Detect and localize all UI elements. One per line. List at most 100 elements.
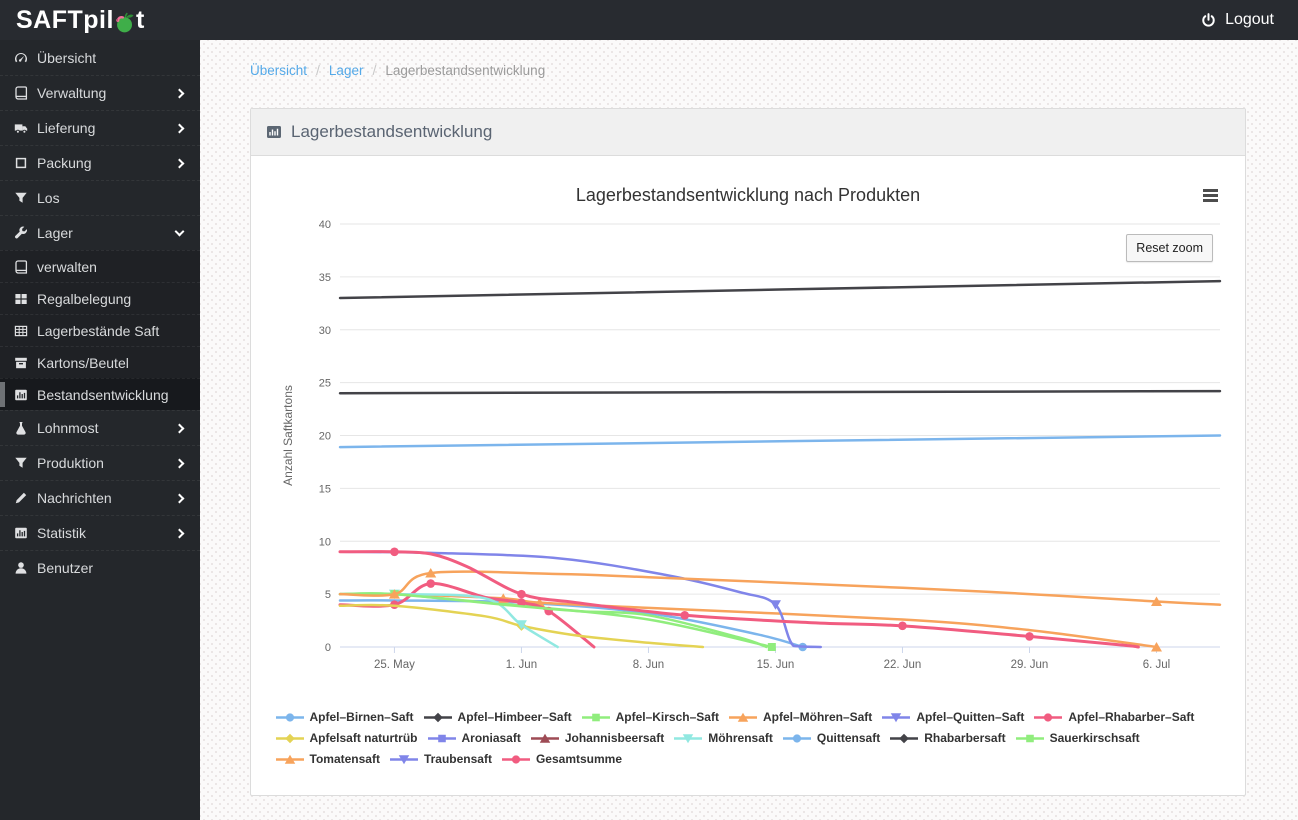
- legend-marker-square: [1015, 734, 1044, 742]
- sidebar-item-label: Kartons/Beutel: [37, 354, 129, 371]
- flask-icon: [14, 421, 28, 435]
- legend-item-Apfel–Rhabarber–Saft[interactable]: Apfel–Rhabarber–Saft: [1034, 710, 1194, 724]
- y-tick-label: 0: [325, 642, 331, 654]
- legend-item-Apfel–Quitten–Saft[interactable]: Apfel–Quitten–Saft: [882, 710, 1024, 724]
- sidebar-item-label: Nachrichten: [37, 490, 112, 506]
- sidebar-item-lohnmost[interactable]: Lohnmost: [0, 410, 200, 445]
- sidebar-item-regalbelegung[interactable]: Regalbelegung: [0, 282, 200, 314]
- legend-marker-triangle: [530, 733, 559, 743]
- sidebar-item-label: Lagerbestände Saft: [37, 322, 160, 339]
- sidebar-item-label: Lohnmost: [37, 420, 99, 436]
- archive-icon: [14, 356, 28, 370]
- data-point-marker: [511, 754, 521, 764]
- series-Apfel–Himbeer–Saft: [338, 279, 1222, 300]
- logout-button[interactable]: Logout: [1201, 11, 1298, 29]
- sidebar-item-statistik[interactable]: Statistik: [0, 515, 200, 550]
- legend-marker-square: [581, 713, 610, 721]
- legend-item-Möhrensaft[interactable]: Möhrensaft: [674, 731, 773, 745]
- legend-item-Gesamtsumme[interactable]: Gesamtsumme: [501, 752, 622, 766]
- chevron-down-icon: [174, 226, 185, 236]
- legend-marker-triangle: [275, 754, 304, 764]
- legend-label: Apfel–Quitten–Saft: [916, 710, 1025, 724]
- chevron-right-icon: [174, 528, 185, 538]
- legend-label: Traubensaft: [423, 752, 492, 766]
- breadcrumb-item-1[interactable]: Lager: [329, 63, 364, 78]
- x-tick-label: 6. Jul: [1143, 659, 1171, 671]
- sidebar-item-label: Produktion: [37, 455, 104, 471]
- chart-menu-icon[interactable]: [1201, 185, 1220, 206]
- sidebar-item-label: Lager: [37, 225, 73, 241]
- series-Rhabarbersaft: [338, 389, 1222, 395]
- legend-label: Johannisbeersaft: [564, 731, 665, 745]
- bar-chart-icon: [14, 388, 28, 402]
- legend-item-Quittensaft[interactable]: Quittensaft: [782, 731, 880, 745]
- data-point-marker: [1044, 712, 1053, 722]
- pencil-icon: [14, 491, 28, 505]
- legend-item-Johannisbeersaft[interactable]: Johannisbeersaft: [530, 731, 665, 745]
- sidebar-item-lager[interactable]: Lager: [0, 215, 200, 250]
- data-point-marker: [1025, 734, 1034, 742]
- x-tick-label: 1. Jun: [506, 659, 537, 671]
- app-logo[interactable]: SAFTpil t: [0, 6, 200, 35]
- filter-icon: [14, 191, 28, 205]
- reset-zoom-button[interactable]: Reset zoom: [1126, 234, 1213, 262]
- y-tick-label: 5: [325, 589, 331, 601]
- legend-item-Apfel–Birnen–Saft[interactable]: Apfel–Birnen–Saft: [275, 710, 414, 724]
- legend-item-Rhabarbersaft[interactable]: Rhabarbersaft: [890, 731, 1006, 745]
- sidebar-item-verwaltung[interactable]: Verwaltung: [0, 75, 200, 110]
- sidebar-item-nachrichten[interactable]: Nachrichten: [0, 480, 200, 515]
- chevron-right-icon: [174, 423, 185, 433]
- legend-marker-triangle-down: [674, 733, 703, 743]
- sidebar-item-label: Bestandsentwicklung: [37, 386, 169, 403]
- legend-item-Apfel–Himbeer–Saft[interactable]: Apfel–Himbeer–Saft: [423, 710, 572, 724]
- apple-worm-icon: [115, 11, 135, 34]
- y-tick-label: 25: [319, 378, 331, 390]
- series-Apfel–Kirsch–Saft: [338, 592, 776, 651]
- legend-item-Sauerkirschsaft[interactable]: Sauerkirschsaft: [1015, 731, 1140, 745]
- legend-marker-diamond: [423, 712, 452, 722]
- legend-item-Apfel–Möhren–Saft[interactable]: Apfel–Möhren–Saft: [728, 710, 873, 724]
- logout-label: Logout: [1225, 11, 1274, 28]
- breadcrumb: Übersicht / Lager / Lagerbestandsentwicklung: [250, 62, 1246, 78]
- legend-marker-circle: [782, 733, 811, 743]
- sidebar-item-produktion[interactable]: Produktion: [0, 445, 200, 480]
- sidebar-item-los[interactable]: Los: [0, 180, 200, 215]
- legend-label: Apfel–Rhabarber–Saft: [1068, 710, 1195, 724]
- x-tick-label: 29. Jun: [1011, 659, 1049, 671]
- sidebar-nav: Übersicht Verwaltung Lieferung Packung Los La…: [0, 40, 200, 820]
- sidebar-item-packung[interactable]: Packung: [0, 145, 200, 180]
- legend-item-Aroniasaft[interactable]: Aroniasaft: [427, 731, 521, 745]
- breadcrumb-separator: /: [316, 62, 320, 78]
- legend-item-Traubensaft[interactable]: Traubensaft: [389, 752, 492, 766]
- chevron-right-icon: [174, 458, 185, 468]
- legend-label: Apfel–Kirsch–Saft: [615, 710, 719, 724]
- data-point-marker: [432, 712, 443, 722]
- legend-item-Tomatensaft[interactable]: Tomatensaft: [275, 752, 380, 766]
- sidebar-item-benutzer[interactable]: Benutzer: [0, 550, 200, 585]
- legend-item-Apfelsaft naturtrüb[interactable]: Apfelsaft naturtrüb: [275, 731, 418, 745]
- bar-chart-icon: [266, 124, 282, 140]
- sidebar-item-label: Statistik: [37, 525, 87, 541]
- sidebar-item-kartons-beutel[interactable]: Kartons/Beutel: [0, 346, 200, 378]
- legend-marker-square: [427, 734, 456, 742]
- breadcrumb-item-0[interactable]: Übersicht: [250, 63, 307, 78]
- sidebar-item-lagerbestaende-saft[interactable]: Lagerbestände Saft: [0, 314, 200, 346]
- legend-marker-circle: [501, 754, 530, 764]
- data-point-marker: [390, 547, 399, 557]
- sidebar-item-verwalten[interactable]: verwalten: [0, 250, 200, 282]
- sidebar-item-lieferung[interactable]: Lieferung: [0, 110, 200, 145]
- legend-label: Apfel–Möhren–Saft: [762, 710, 873, 724]
- chevron-right-icon: [174, 493, 185, 503]
- data-point-marker: [591, 713, 600, 721]
- legend-item-Apfel–Kirsch–Saft[interactable]: Apfel–Kirsch–Saft: [581, 710, 719, 724]
- panel-title: Lagerbestandsentwicklung: [291, 122, 493, 141]
- main-content: Übersicht / Lager / Lagerbestandsentwicklung…: [200, 40, 1298, 820]
- legend-label: Apfelsaft naturtrüb: [309, 731, 418, 745]
- y-tick-label: 40: [319, 219, 331, 231]
- sidebar-item-bestandsentwicklung[interactable]: Bestandsentwicklung: [0, 378, 200, 410]
- chevron-right-icon: [174, 158, 185, 168]
- sidebar-item-uebersicht[interactable]: Übersicht: [0, 40, 200, 75]
- inventory-line-chart[interactable]: 0 5 10 15 20 25 30 35 40 25. May 1. Jun 8. Jun 15. J…: [266, 171, 1230, 701]
- chart-panel: Lagerbestandsentwicklung 0 5 10 15 20 25 30 35 4…: [250, 108, 1246, 796]
- data-point-marker: [284, 733, 295, 743]
